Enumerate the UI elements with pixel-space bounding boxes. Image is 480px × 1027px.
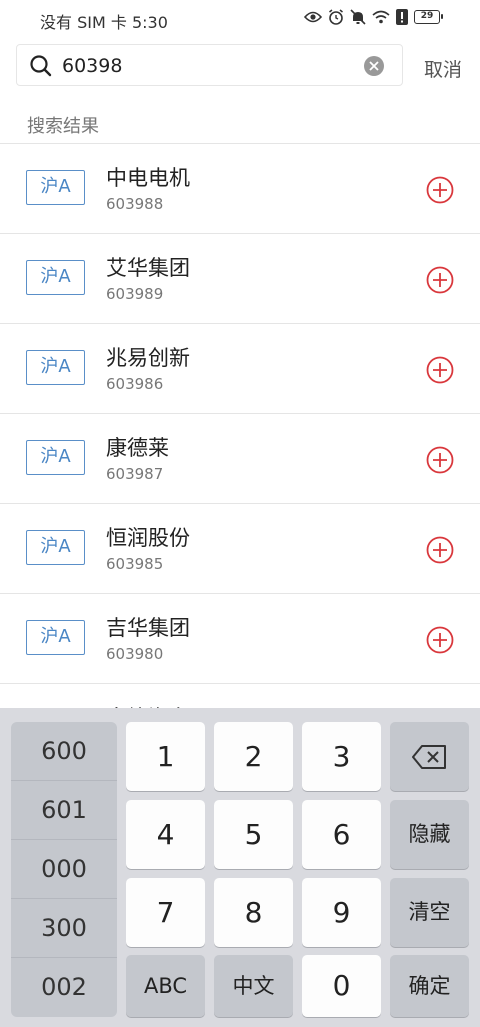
result-list: 沪A 中电电机 603988 沪A 艾华集团 603989 沪A 兆易创新 60… bbox=[0, 144, 480, 730]
stock-code: 603986 bbox=[106, 375, 164, 393]
key-1[interactable]: 1 bbox=[126, 722, 205, 791]
status-bar: 没有 SIM 卡 5:30 29 bbox=[0, 0, 480, 36]
key-0[interactable]: 0 bbox=[302, 955, 381, 1017]
stock-name: 兆易创新 bbox=[106, 346, 190, 370]
stock-code: 603989 bbox=[106, 285, 164, 303]
add-to-watchlist-icon[interactable] bbox=[426, 626, 454, 654]
search-input[interactable]: 60398 bbox=[16, 44, 403, 86]
market-badge: 沪A bbox=[26, 260, 85, 295]
wifi-icon bbox=[372, 10, 390, 24]
key-6[interactable]: 6 bbox=[302, 800, 381, 869]
market-badge: 沪A bbox=[26, 170, 85, 205]
add-to-watchlist-icon[interactable] bbox=[426, 446, 454, 474]
add-to-watchlist-icon[interactable] bbox=[426, 266, 454, 294]
stock-code: 603980 bbox=[106, 645, 164, 663]
prefix-key[interactable]: 601 bbox=[11, 781, 117, 840]
stock-name: 吉华集团 bbox=[106, 616, 190, 640]
prefix-key[interactable]: 002 bbox=[11, 958, 117, 1017]
battery-icon: 29 bbox=[414, 10, 443, 24]
key-4[interactable]: 4 bbox=[126, 800, 205, 869]
status-icons: 29 bbox=[304, 9, 443, 25]
stock-code: 603985 bbox=[106, 555, 164, 573]
market-badge: 沪A bbox=[26, 440, 85, 475]
clear-button[interactable]: 清空 bbox=[390, 878, 469, 947]
search-icon bbox=[29, 54, 53, 82]
list-item[interactable]: 沪A 艾华集团 603989 bbox=[0, 234, 480, 324]
add-to-watchlist-icon[interactable] bbox=[426, 536, 454, 564]
abc-key[interactable]: ABC bbox=[126, 955, 205, 1017]
market-badge: 沪A bbox=[26, 620, 85, 655]
list-item[interactable]: 沪A 康德莱 603987 bbox=[0, 414, 480, 504]
clear-search-icon[interactable] bbox=[364, 56, 384, 76]
confirm-button[interactable]: 确定 bbox=[390, 955, 469, 1017]
hide-keyboard-button[interactable]: 隐藏 bbox=[390, 800, 469, 869]
cancel-button[interactable]: 取消 bbox=[424, 55, 462, 82]
market-badge: 沪A bbox=[26, 530, 85, 565]
add-to-watchlist-icon[interactable] bbox=[426, 356, 454, 384]
backspace-icon bbox=[411, 744, 448, 777]
mute-icon bbox=[350, 9, 366, 25]
chinese-input-key[interactable]: 中文 bbox=[214, 955, 293, 1017]
key-5[interactable]: 5 bbox=[214, 800, 293, 869]
status-carrier-time: 没有 SIM 卡 5:30 bbox=[40, 13, 168, 32]
section-title: 搜索结果 bbox=[27, 116, 99, 137]
key-8[interactable]: 8 bbox=[214, 878, 293, 947]
prefix-key[interactable]: 000 bbox=[11, 840, 117, 899]
alarm-icon bbox=[328, 9, 344, 25]
eye-icon bbox=[304, 10, 322, 24]
key-9[interactable]: 9 bbox=[302, 878, 381, 947]
stock-name: 康德莱 bbox=[106, 436, 169, 460]
prefix-key[interactable]: 300 bbox=[11, 899, 117, 958]
list-item[interactable]: 沪A 中电电机 603988 bbox=[0, 144, 480, 234]
list-item[interactable]: 沪A 恒润股份 603985 bbox=[0, 504, 480, 594]
search-value: 60398 bbox=[62, 55, 123, 77]
key-7[interactable]: 7 bbox=[126, 878, 205, 947]
market-badge: 沪A bbox=[26, 350, 85, 385]
key-2[interactable]: 2 bbox=[214, 722, 293, 791]
alert-icon bbox=[396, 9, 408, 25]
list-item[interactable]: 沪A 兆易创新 603986 bbox=[0, 324, 480, 414]
backspace-key[interactable] bbox=[390, 722, 469, 791]
key-3[interactable]: 3 bbox=[302, 722, 381, 791]
stock-name: 中电电机 bbox=[106, 166, 190, 190]
stock-code: 603988 bbox=[106, 195, 164, 213]
code-prefix-list: 600 601 000 300 002 bbox=[11, 722, 117, 1017]
stock-code: 603987 bbox=[106, 465, 164, 483]
numeric-keyboard: 600 601 000 300 002 1 2 3 4 5 6 隐藏 7 8 9… bbox=[0, 708, 480, 1027]
stock-name: 艾华集团 bbox=[106, 256, 190, 280]
add-to-watchlist-icon[interactable] bbox=[426, 176, 454, 204]
stock-search-screen: 没有 SIM 卡 5:30 29 60398 取消 搜索结果 沪A 中电电机 6… bbox=[0, 0, 480, 1027]
list-item[interactable]: 沪A 吉华集团 603980 bbox=[0, 594, 480, 684]
prefix-key[interactable]: 600 bbox=[11, 722, 117, 781]
stock-name: 恒润股份 bbox=[106, 526, 190, 550]
